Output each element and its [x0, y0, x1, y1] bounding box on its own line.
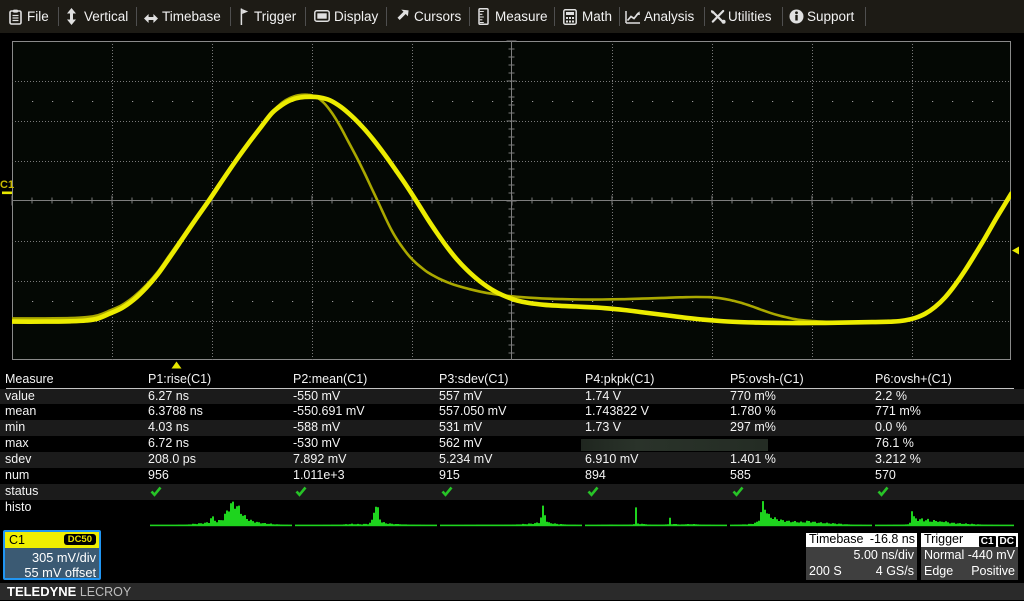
svg-text:C1: C1 — [0, 179, 14, 191]
